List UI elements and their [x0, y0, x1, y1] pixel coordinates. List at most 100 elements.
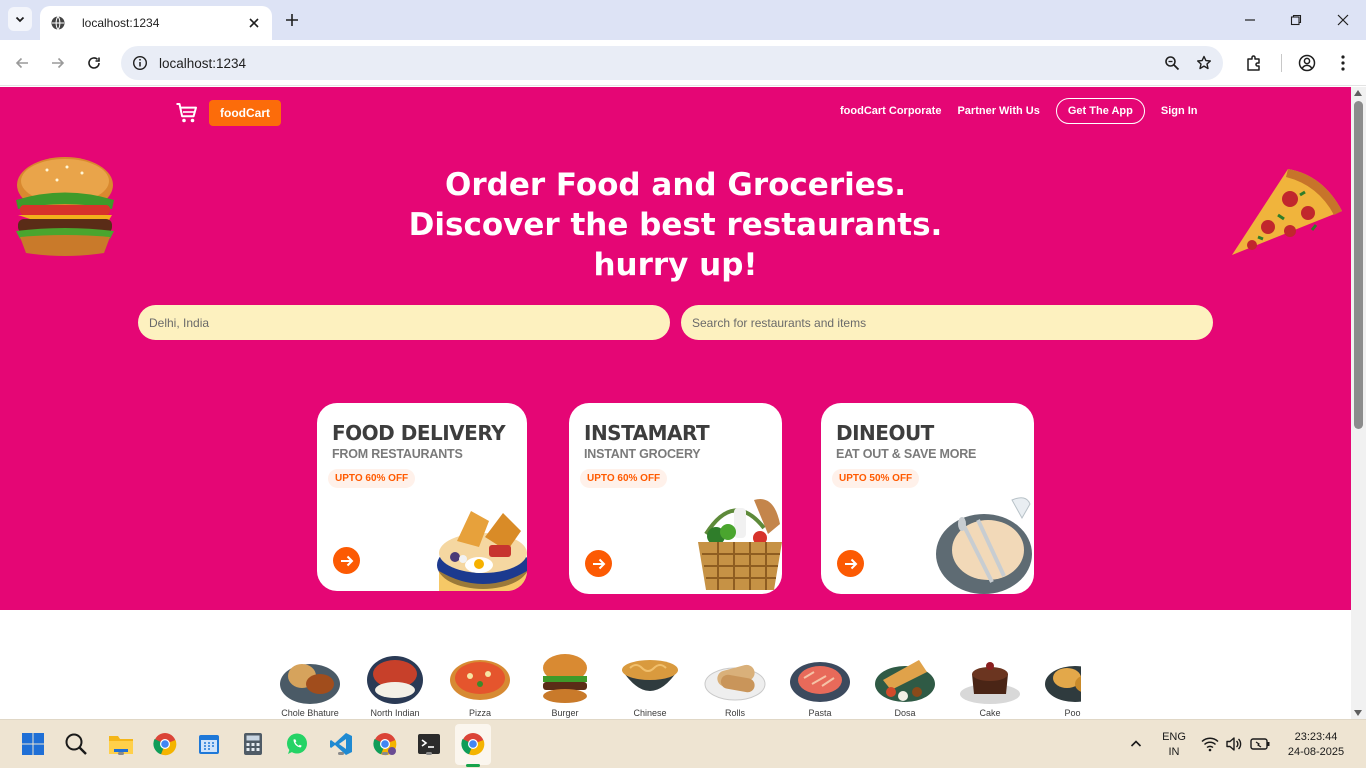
scrollbar-thumb[interactable] [1354, 101, 1363, 429]
windows-start-icon[interactable] [19, 730, 47, 758]
zoom-icon[interactable] [1156, 47, 1188, 79]
whatsapp-icon[interactable] [283, 730, 311, 758]
category-label: Chole Bhature [281, 708, 339, 718]
file-explorer-icon[interactable] [107, 730, 135, 758]
chrome-profile-icon[interactable] [371, 730, 399, 758]
get-app-button[interactable]: Get The App [1055, 98, 1145, 124]
category-label: Pizza [468, 708, 491, 718]
cake-image [960, 662, 1020, 704]
plus-icon [286, 14, 298, 26]
language-indicator[interactable]: ENG IN [1157, 730, 1191, 760]
scroll-up-icon[interactable] [1354, 90, 1362, 96]
category-label: Burger [551, 708, 579, 718]
language-line-1: ENG [1162, 731, 1186, 743]
offer-badge: UPTO 50% OFF [832, 469, 920, 488]
search-input[interactable]: Search for restaurants and items [681, 305, 1213, 340]
close-window-button[interactable] [1331, 8, 1355, 32]
url-text[interactable]: localhost:1234 [159, 56, 1156, 71]
brand[interactable]: foodCart [175, 100, 281, 126]
volume-icon[interactable] [1222, 730, 1246, 758]
pizza-image [450, 660, 510, 700]
category-item[interactable]: Pizza [445, 647, 515, 719]
offer-badge: UPTO 60% OFF [328, 469, 416, 488]
category-item[interactable]: Poori [1040, 647, 1081, 719]
burger-image [543, 654, 587, 703]
tab-search-button[interactable] [8, 7, 32, 31]
category-label: North Indian [370, 708, 420, 718]
active-indicator [466, 764, 480, 767]
category-item[interactable]: Pasta [785, 647, 855, 719]
category-item[interactable]: Dosa [870, 647, 940, 719]
browser-tab[interactable]: localhost:1234 [40, 6, 272, 40]
category-label: Pasta [808, 708, 832, 718]
category-item[interactable]: Burger [530, 647, 600, 719]
reload-icon [88, 57, 100, 69]
profile-icon[interactable] [1295, 51, 1319, 75]
search-icon[interactable] [62, 730, 90, 758]
category-label: Rolls [724, 708, 745, 718]
running-indicator [338, 752, 344, 755]
new-tab-button[interactable] [282, 10, 302, 30]
category-item[interactable]: Chinese [615, 647, 685, 719]
sign-in-link[interactable]: Sign In [1161, 105, 1198, 117]
category-item[interactable]: Rolls [700, 647, 770, 719]
food-bowl-image [437, 511, 527, 591]
card-subtitle: EAT OUT & SAVE MORE [836, 447, 977, 461]
grocery-basket-image [698, 499, 782, 590]
category-item[interactable]: Chole Bhature [275, 647, 345, 719]
chrome-icon[interactable] [151, 730, 179, 758]
scroll-down-icon[interactable] [1354, 710, 1362, 716]
back-button[interactable] [10, 51, 34, 75]
category-item[interactable]: North Indian [360, 647, 430, 719]
minimize-button[interactable] [1238, 8, 1262, 32]
forward-button[interactable] [46, 51, 70, 75]
chole-bhature-image [280, 664, 340, 704]
location-input[interactable]: Delhi, India [138, 305, 670, 340]
dineout-card[interactable]: DINEOUT EAT OUT & SAVE MORE UPTO 50% OFF [821, 403, 1034, 594]
language-line-2: IN [1168, 746, 1180, 758]
arrow-right-icon[interactable] [837, 550, 864, 577]
arrow-right-icon[interactable] [333, 547, 360, 574]
info-icon[interactable] [123, 55, 157, 71]
calculator-icon[interactable] [239, 730, 267, 758]
dosa-image [875, 660, 935, 702]
clock-date: 24-08-2025 [1287, 746, 1345, 758]
terminal-icon[interactable] [415, 730, 443, 758]
nav-corporate-link[interactable]: foodCart Corporate [840, 105, 941, 117]
wifi-icon[interactable] [1198, 730, 1222, 758]
instamart-card[interactable]: INSTAMART INSTANT GROCERY UPTO 60% OFF [569, 403, 782, 594]
card-subtitle: FROM RESTAURANTS [332, 447, 463, 461]
vscode-icon[interactable] [327, 730, 355, 758]
address-bar[interactable]: localhost:1234 [121, 46, 1223, 80]
arrow-left-icon [15, 57, 28, 69]
chrome-active-icon[interactable] [459, 730, 487, 758]
cart-icon[interactable] [175, 101, 199, 125]
battery-icon[interactable] [1247, 730, 1273, 758]
bookmark-star-icon[interactable] [1188, 47, 1220, 79]
close-icon [1337, 14, 1349, 26]
browser-toolbar: localhost:1234 [0, 40, 1366, 86]
globe-icon [50, 15, 66, 31]
toolbar-divider [1281, 54, 1282, 72]
clock-time: 23:23:44 [1294, 731, 1338, 743]
menu-kebab-icon[interactable] [1331, 51, 1355, 75]
offer-badge: UPTO 60% OFF [580, 469, 668, 488]
chevron-down-icon [15, 16, 25, 23]
nav-partner-link[interactable]: Partner With Us [957, 105, 1039, 117]
logo-badge[interactable]: foodCart [209, 100, 281, 126]
category-item[interactable]: Cake [955, 647, 1025, 719]
calendar-icon[interactable] [195, 730, 223, 758]
close-tab-icon[interactable] [246, 15, 262, 31]
clock[interactable]: 23:23:44 24-08-2025 [1280, 730, 1352, 760]
page-scrollbar[interactable] [1351, 87, 1366, 719]
arrow-right-icon[interactable] [585, 550, 612, 577]
restore-button[interactable] [1284, 8, 1308, 32]
chevron-up-icon[interactable] [1122, 730, 1150, 758]
card-title: INSTAMART [584, 421, 710, 445]
category-label: Poori [1064, 708, 1081, 718]
food-delivery-card[interactable]: FOOD DELIVERY FROM RESTAURANTS UPTO 60% … [317, 403, 527, 591]
headline-line-1: Order Food and Groceries. [444, 167, 906, 203]
extensions-icon[interactable] [1242, 51, 1266, 75]
reload-button[interactable] [82, 51, 106, 75]
running-indicator [382, 752, 388, 755]
